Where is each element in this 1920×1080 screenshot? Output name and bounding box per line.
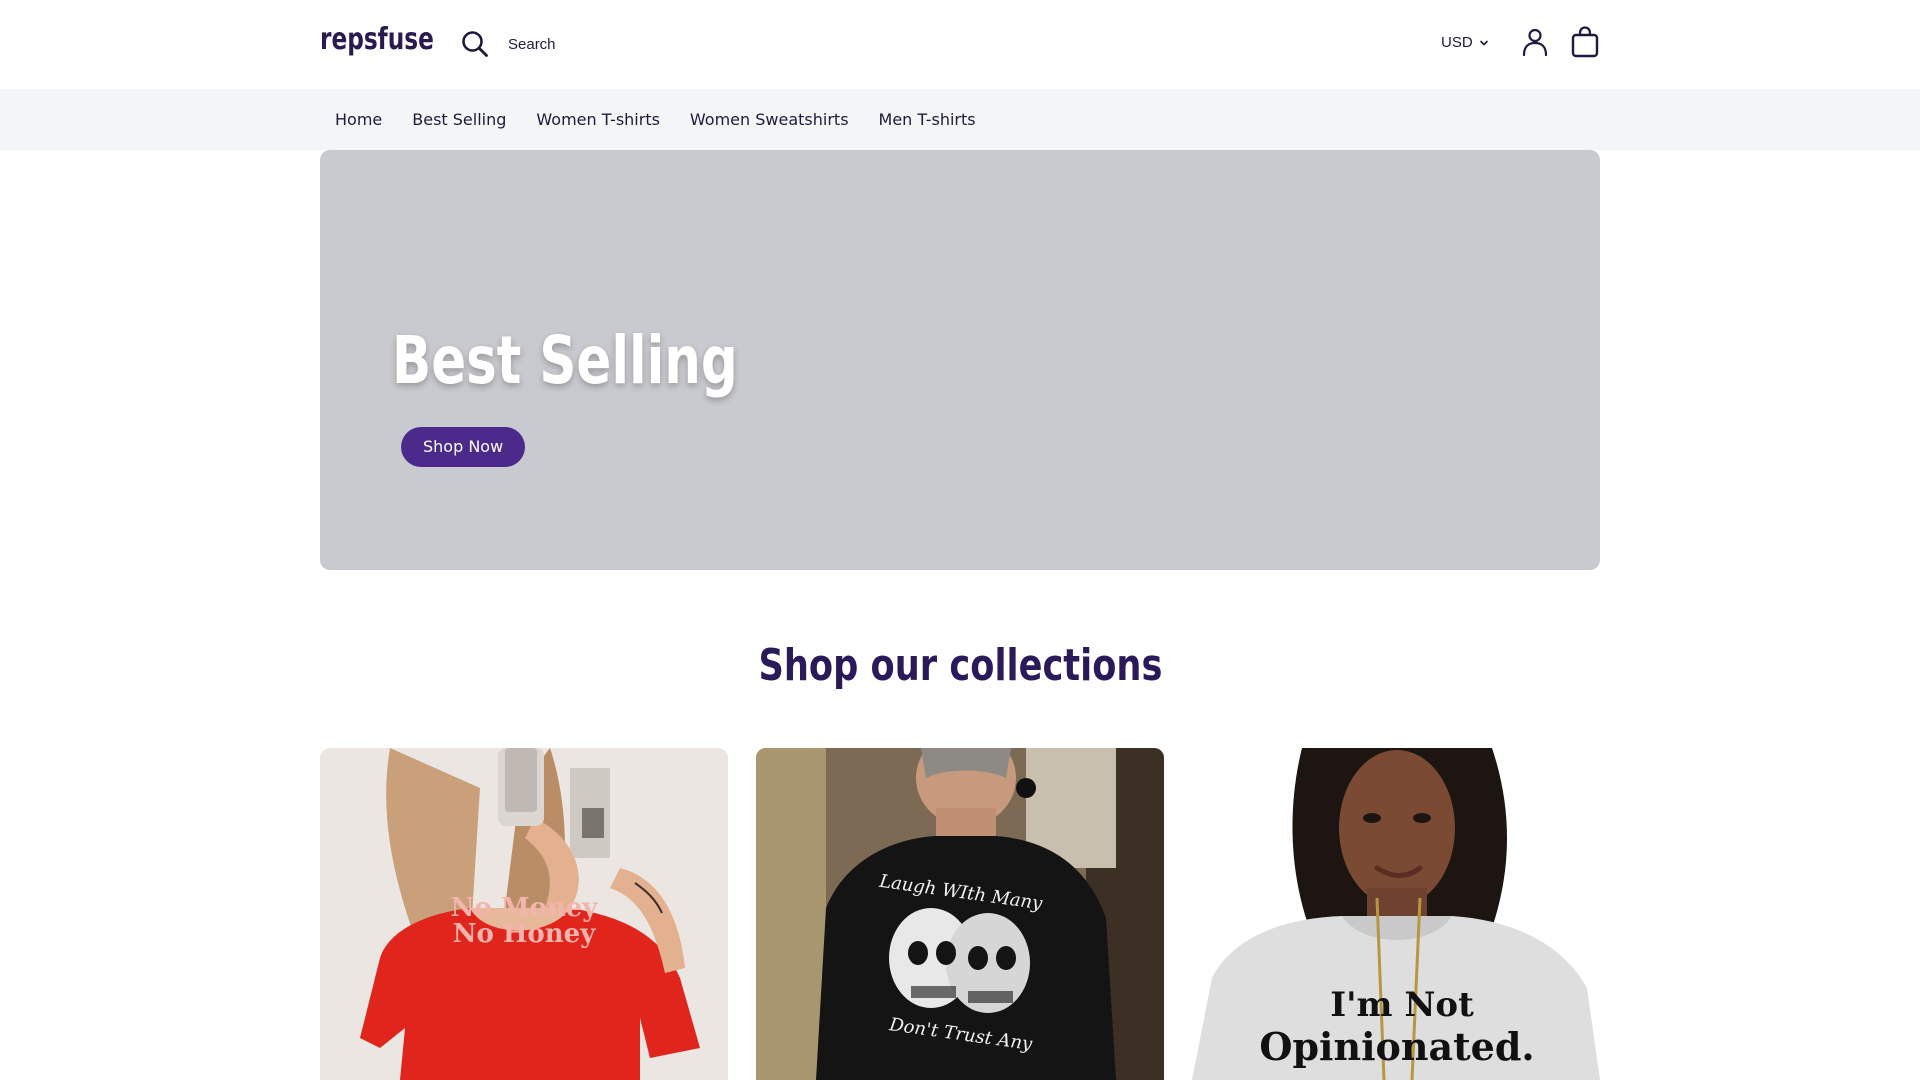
- currency-label: USD: [1441, 34, 1473, 51]
- hero-title: Best Selling: [392, 322, 738, 399]
- header-inner: repsfuse Search USD: [320, 0, 1600, 89]
- search-placeholder[interactable]: Search: [508, 36, 556, 53]
- nav-item-men-tshirts[interactable]: Men T-shirts: [864, 110, 991, 129]
- collection-card[interactable]: No Money No Honey: [320, 748, 728, 1080]
- collection-grid: No Money No Honey Laugh WIth Many Don't …: [320, 748, 1600, 1080]
- collections-title: Shop our collections: [758, 640, 1162, 691]
- collection-image-red-tee: No Money No Honey: [320, 748, 728, 1080]
- collection-card[interactable]: I'm Not Opinionated.: [1192, 748, 1600, 1080]
- account-icon[interactable]: [1520, 27, 1550, 57]
- main-navigation: Home Best Selling Women T-shirts Women S…: [0, 89, 1920, 150]
- nav-item-home[interactable]: Home: [320, 110, 397, 129]
- nav-items: Home Best Selling Women T-shirts Women S…: [320, 89, 991, 150]
- card-3-image-text-line-2: Opinionated.: [1259, 1024, 1534, 1069]
- search-bar[interactable]: Search: [460, 26, 556, 62]
- card-1-image-text-line-2: No Honey: [453, 919, 597, 949]
- shop-now-button[interactable]: Shop Now: [401, 427, 526, 467]
- collection-image-black-tee: Laugh WIth Many Don't Trust Any: [756, 748, 1164, 1080]
- site-logo[interactable]: repsfuse: [320, 22, 434, 57]
- hero-banner: Best Selling Shop Now: [320, 150, 1600, 570]
- nav-item-women-tshirts[interactable]: Women T-shirts: [521, 110, 675, 129]
- card-3-image-text-line-1: I'm Not: [1330, 985, 1474, 1025]
- search-icon[interactable]: [460, 29, 490, 59]
- collection-card[interactable]: Laugh WIth Many Don't Trust Any: [756, 748, 1164, 1080]
- nav-item-women-sweatshirts[interactable]: Women Sweatshirts: [675, 110, 864, 129]
- nav-item-best-selling[interactable]: Best Selling: [397, 110, 521, 129]
- collection-image-grey-sweatshirt: I'm Not Opinionated.: [1192, 748, 1600, 1080]
- chevron-down-icon: [1479, 40, 1488, 45]
- currency-selector[interactable]: USD: [1441, 34, 1489, 51]
- site-header: repsfuse Search USD: [0, 0, 1920, 89]
- collections-heading: Shop our collections: [0, 640, 1920, 691]
- shopping-bag-icon[interactable]: [1570, 26, 1600, 58]
